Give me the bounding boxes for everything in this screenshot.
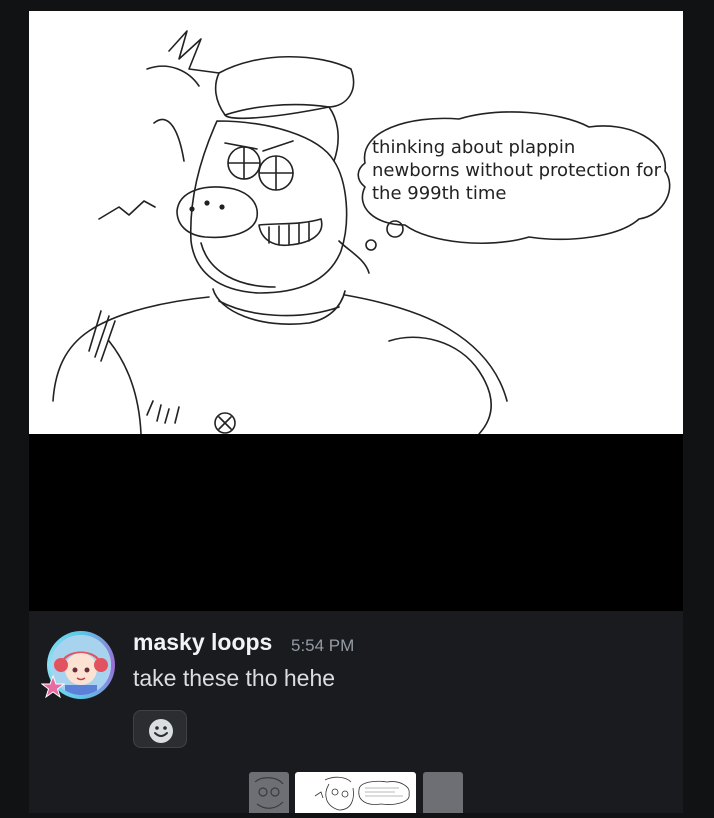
message-timestamp[interactable]: 5:54 PM bbox=[291, 636, 354, 656]
star-icon bbox=[41, 675, 65, 699]
image-viewer[interactable]: thinking about plappin newborns without … bbox=[29, 11, 683, 611]
attachment-thumbnail-selected[interactable] bbox=[295, 772, 416, 813]
add-reaction-button[interactable] bbox=[133, 710, 187, 748]
attachment-thumbnail[interactable] bbox=[423, 772, 463, 813]
smiley-face-icon bbox=[149, 719, 173, 743]
attached-image[interactable]: thinking about plappin newborns without … bbox=[29, 11, 683, 434]
sketch-drawing bbox=[52, 30, 671, 434]
avatar[interactable] bbox=[41, 631, 115, 703]
thought-bubble-text: thinking about plappin newborns without … bbox=[372, 137, 662, 204]
author-name[interactable]: masky loops bbox=[133, 629, 272, 656]
attachment-thumbnail[interactable] bbox=[249, 772, 289, 813]
message-item[interactable]: masky loops 5:54 PM take these tho hehe bbox=[29, 611, 683, 813]
message-text: take these tho hehe bbox=[133, 665, 336, 691]
